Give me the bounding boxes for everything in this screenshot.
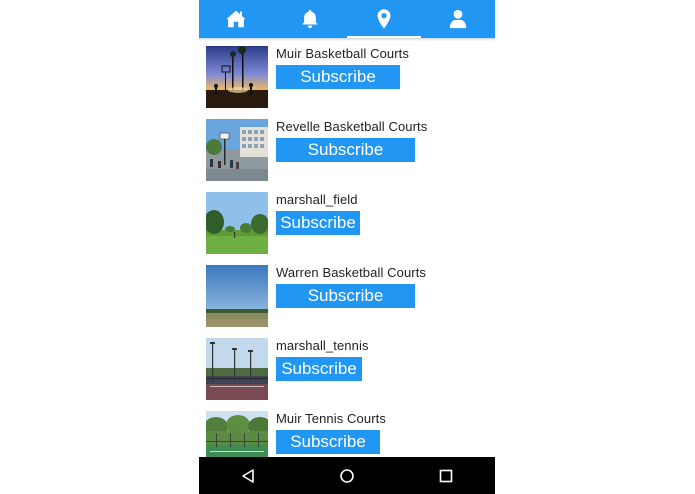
list-item: marshall_tennis Subscribe — [199, 333, 495, 405]
tab-notifications[interactable] — [273, 0, 347, 38]
tennis-courts-lights-image — [206, 338, 268, 400]
nav-recents-button[interactable] — [426, 457, 466, 494]
item-title: marshall_field — [276, 192, 358, 207]
map-pin-icon — [377, 9, 391, 29]
item-title: marshall_tennis — [276, 338, 369, 353]
item-title: Muir Basketball Courts — [276, 46, 409, 61]
list-item: Revelle Basketball Courts Subscribe — [199, 114, 495, 186]
subscribe-button[interactable]: Subscribe — [276, 357, 362, 381]
subscribe-button[interactable]: Subscribe — [276, 430, 380, 454]
subscribe-button[interactable]: Subscribe — [276, 65, 400, 89]
list-item: Warren Basketball Courts Subscribe — [199, 260, 495, 332]
list-item: marshall_field Subscribe — [199, 187, 495, 259]
grass-field-trees-image — [206, 192, 268, 254]
location-list[interactable]: Muir Basketball Courts Subscribe Revelle… — [199, 41, 495, 457]
user-icon — [449, 9, 467, 29]
subscribe-button[interactable]: Subscribe — [276, 211, 360, 235]
list-item: Muir Basketball Courts Subscribe — [199, 41, 495, 113]
tab-locations[interactable] — [347, 0, 421, 38]
item-title: Revelle Basketball Courts — [276, 119, 428, 134]
recents-square-icon — [439, 469, 452, 482]
campus-court-buildings-image — [206, 119, 268, 181]
subscribe-button[interactable]: Subscribe — [276, 284, 415, 308]
nav-home-button[interactable] — [327, 457, 367, 494]
app-screen: Muir Basketball Courts Subscribe Revelle… — [199, 0, 495, 494]
tennis-court-fence-image — [206, 411, 268, 457]
top-tab-bar — [199, 0, 495, 38]
nav-back-button[interactable] — [228, 457, 268, 494]
list-item: Muir Tennis Courts Subscribe — [199, 406, 495, 457]
home-circle-icon — [340, 468, 354, 483]
home-icon — [226, 10, 246, 28]
item-title: Muir Tennis Courts — [276, 411, 386, 426]
basketball-court-sunset-image — [206, 46, 268, 108]
android-nav-bar — [199, 457, 495, 494]
open-field-sky-image — [206, 265, 268, 327]
tab-profile[interactable] — [421, 0, 495, 38]
bell-icon — [302, 9, 318, 28]
back-icon — [242, 468, 255, 483]
item-title: Warren Basketball Courts — [276, 265, 427, 280]
subscribe-button[interactable]: Subscribe — [276, 138, 415, 162]
tab-home[interactable] — [199, 0, 273, 38]
